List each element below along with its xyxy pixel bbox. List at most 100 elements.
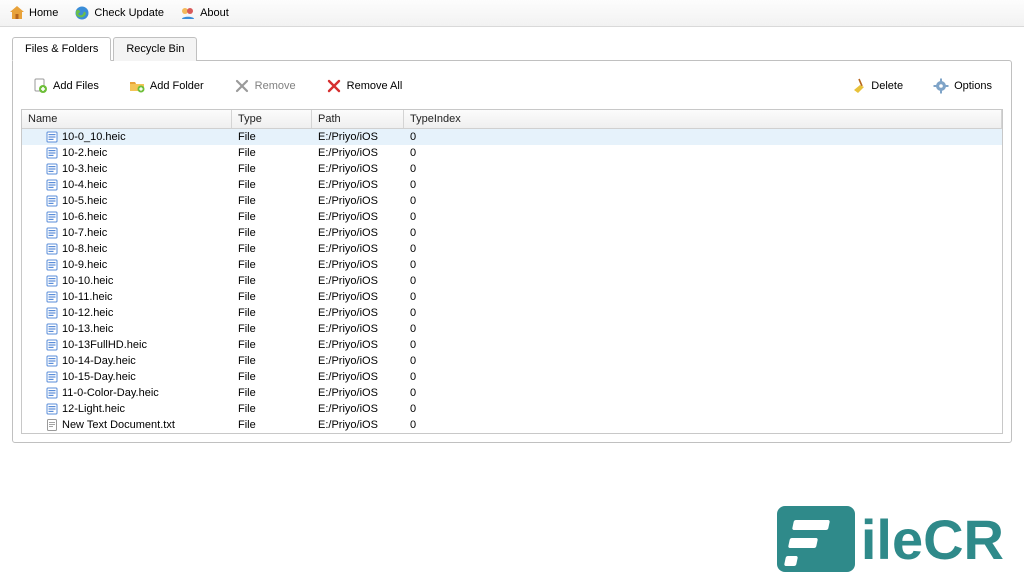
cell-typeindex: 0: [404, 243, 1002, 255]
table-row[interactable]: 10-13.heicFileE:/Priyo/iOS0: [22, 321, 1002, 337]
cell-typeindex: 0: [404, 403, 1002, 415]
file-icon: [46, 291, 58, 303]
table-row[interactable]: 10-4.heicFileE:/Priyo/iOS0: [22, 177, 1002, 193]
tab-strip: Files & Folders Recycle Bin: [12, 37, 1012, 61]
cell-name: 10-4.heic: [62, 179, 107, 191]
cell-type: File: [232, 339, 312, 351]
table-row[interactable]: 10-10.heic FileE:/Priyo/iOS0: [22, 273, 1002, 289]
about-icon: [180, 5, 196, 21]
cell-path: E:/Priyo/iOS: [312, 195, 404, 207]
check-update-button[interactable]: Check Update: [69, 2, 173, 25]
cell-path: E:/Priyo/iOS: [312, 371, 404, 383]
cell-type: File: [232, 275, 312, 287]
cell-typeindex: 0: [404, 323, 1002, 335]
cell-typeindex: 0: [404, 147, 1002, 159]
table-row[interactable]: 10-12.heicFileE:/Priyo/iOS0: [22, 305, 1002, 321]
table-row[interactable]: 10-8.heicFileE:/Priyo/iOS0: [22, 241, 1002, 257]
cell-typeindex: 0: [404, 275, 1002, 287]
cell-name: 10-10.heic: [62, 275, 113, 287]
file-icon: [46, 131, 58, 143]
table-row[interactable]: New Text Document.txtFileE:/Priyo/iOS0: [22, 417, 1002, 433]
table-row[interactable]: 10-11.heicFileE:/Priyo/iOS0: [22, 289, 1002, 305]
cell-typeindex: 0: [404, 131, 1002, 143]
remove-button[interactable]: Remove: [225, 73, 305, 99]
table-row[interactable]: 10-9.heicFileE:/Priyo/iOS0: [22, 257, 1002, 273]
cell-path: E:/Priyo/iOS: [312, 339, 404, 351]
table-row[interactable]: 10-13FullHD.heicFileE:/Priyo/iOS0: [22, 337, 1002, 353]
cell-path: E:/Priyo/iOS: [312, 355, 404, 367]
filecr-watermark: ileCR: [777, 506, 1004, 572]
options-label: Options: [954, 80, 992, 92]
cell-type: File: [232, 403, 312, 415]
tab-recycle-bin[interactable]: Recycle Bin: [113, 37, 197, 61]
cell-typeindex: 0: [404, 227, 1002, 239]
file-icon: [46, 179, 58, 191]
cell-name: 10-12.heic: [62, 307, 113, 319]
table-row[interactable]: 10-14-Day.heicFileE:/Priyo/iOS0: [22, 353, 1002, 369]
cell-typeindex: 0: [404, 163, 1002, 175]
options-button[interactable]: Options: [924, 73, 1001, 99]
cell-path: E:/Priyo/iOS: [312, 275, 404, 287]
home-label: Home: [29, 7, 58, 19]
cell-type: File: [232, 179, 312, 191]
grid-header: Name Type Path TypeIndex: [22, 110, 1002, 129]
table-row[interactable]: 12-Light.heicFileE:/Priyo/iOS0: [22, 401, 1002, 417]
cell-path: E:/Priyo/iOS: [312, 163, 404, 175]
cell-name: 10-7.heic: [62, 227, 107, 239]
cell-path: E:/Priyo/iOS: [312, 403, 404, 415]
cell-type: File: [232, 211, 312, 223]
cell-path: E:/Priyo/iOS: [312, 419, 404, 431]
table-row[interactable]: 10-15-Day.heicFileE:/Priyo/iOS0: [22, 369, 1002, 385]
file-icon: [46, 387, 58, 399]
cell-type: File: [232, 131, 312, 143]
cell-typeindex: 0: [404, 179, 1002, 191]
cell-typeindex: 0: [404, 195, 1002, 207]
file-icon: [46, 195, 58, 207]
file-icon: [46, 323, 58, 335]
add-folder-button[interactable]: Add Folder: [120, 73, 213, 99]
table-row[interactable]: 10-0_10.heicFileE:/Priyo/iOS0: [22, 129, 1002, 145]
file-grid: Name Type Path TypeIndex 10-0_10.heicFil…: [21, 109, 1003, 434]
cell-name: 10-11.heic: [62, 291, 113, 303]
col-header-type[interactable]: Type: [232, 110, 312, 128]
table-row[interactable]: 10-6.heicFileE:/Priyo/iOS0: [22, 209, 1002, 225]
table-row[interactable]: 10-7.heicFileE:/Priyo/iOS0: [22, 225, 1002, 241]
cell-name: 10-8.heic: [62, 243, 107, 255]
cell-typeindex: 0: [404, 387, 1002, 399]
add-files-button[interactable]: Add Files: [23, 73, 108, 99]
col-header-path[interactable]: Path: [312, 110, 404, 128]
col-header-name[interactable]: Name: [22, 110, 232, 128]
remove-label: Remove: [255, 80, 296, 92]
cell-typeindex: 0: [404, 339, 1002, 351]
cell-path: E:/Priyo/iOS: [312, 259, 404, 271]
cell-name: 10-6.heic: [62, 211, 107, 223]
cell-type: File: [232, 387, 312, 399]
table-row[interactable]: 10-2.heicFileE:/Priyo/iOS0: [22, 145, 1002, 161]
home-button[interactable]: Home: [4, 2, 67, 25]
cell-type: File: [232, 355, 312, 367]
file-icon: [46, 403, 58, 415]
tab-files-folders[interactable]: Files & Folders: [12, 37, 111, 61]
cell-type: File: [232, 195, 312, 207]
cell-name: New Text Document.txt: [62, 419, 175, 431]
add-folder-label: Add Folder: [150, 80, 204, 92]
table-row[interactable]: 10-5.heicFileE:/Priyo/iOS0: [22, 193, 1002, 209]
cell-typeindex: 0: [404, 371, 1002, 383]
remove-all-button[interactable]: Remove All: [317, 73, 412, 99]
cell-type: File: [232, 371, 312, 383]
delete-button[interactable]: Delete: [841, 73, 912, 99]
home-icon: [9, 5, 25, 21]
about-button[interactable]: About: [175, 2, 238, 25]
table-row[interactable]: 11-0-Color-Day.heicFileE:/Priyo/iOS0: [22, 385, 1002, 401]
cell-path: E:/Priyo/iOS: [312, 387, 404, 399]
file-icon: [46, 355, 58, 367]
cell-typeindex: 0: [404, 355, 1002, 367]
cell-type: File: [232, 291, 312, 303]
col-header-typeindex[interactable]: TypeIndex: [404, 110, 1002, 128]
cell-path: E:/Priyo/iOS: [312, 227, 404, 239]
cell-typeindex: 0: [404, 259, 1002, 271]
broom-icon: [850, 78, 866, 94]
table-row[interactable]: 10-3.heicFileE:/Priyo/iOS0: [22, 161, 1002, 177]
cell-path: E:/Priyo/iOS: [312, 291, 404, 303]
cell-path: E:/Priyo/iOS: [312, 323, 404, 335]
